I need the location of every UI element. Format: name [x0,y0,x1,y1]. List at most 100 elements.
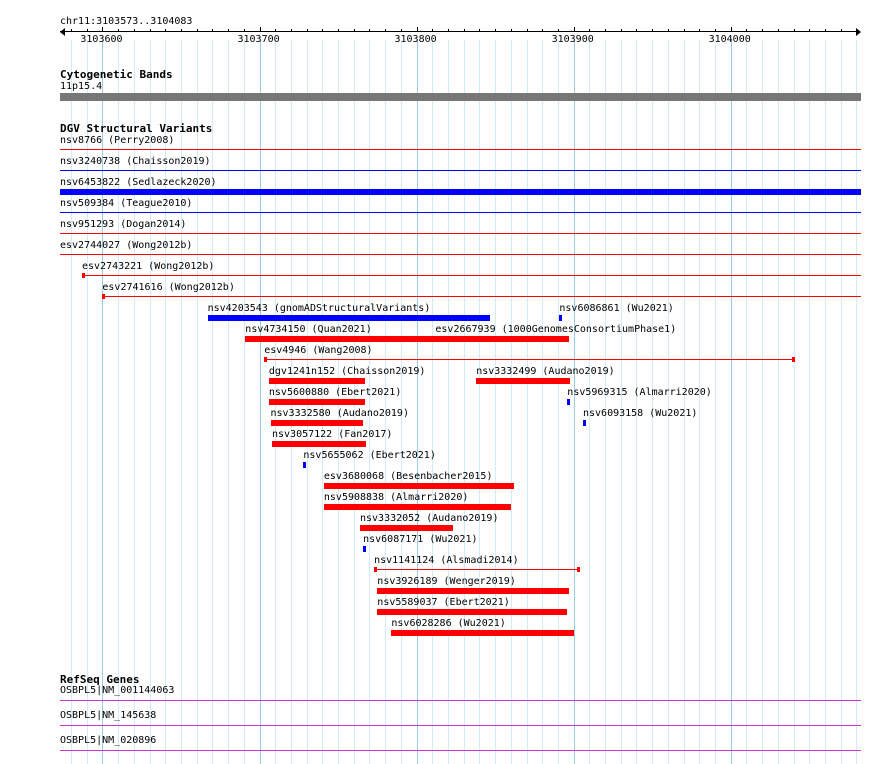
variant-feature[interactable] [377,609,568,615]
variant-feature[interactable] [60,254,861,255]
variant-start-mark[interactable] [102,294,106,299]
ruler-minor-tick [353,29,355,32]
variant-label: nsv3926189 (Wenger2019) [377,576,516,587]
cytoband-label: 11p15.4 [60,81,103,92]
variant-label: nsv4734150 (Quan2021) [245,324,372,335]
ruler-minor-tick [400,29,402,32]
variant-feature[interactable] [430,336,569,342]
ruler-minor-tick [212,29,214,32]
variant-label: nsv5969315 (Almarri2020) [567,387,712,398]
ruler-tick-label: 3103900 [551,34,594,45]
variant-start-mark[interactable] [82,273,85,278]
ruler-minor-tick [290,29,292,32]
variant-feature[interactable] [60,233,861,234]
variant-feature[interactable] [264,359,796,360]
variant-feature[interactable] [391,630,574,636]
ruler-minor-tick [369,29,371,32]
variant-feature[interactable] [374,569,580,570]
ruler-minor-tick [652,29,654,32]
ruler-minor-tick [636,29,638,32]
ruler-minor-tick [793,29,795,32]
variant-label: nsv5600880 (Ebert2021) [268,387,402,398]
region-label: chr11:3103573..3104083 [60,16,193,27]
variant-label: nsv5589037 (Ebert2021) [377,597,510,608]
variant-label: dgv1241n152 (Chaisson2019) [268,366,426,377]
variant-label: nsv6087171 (Wu2021) [363,534,478,545]
variant-label: nsv951293 (Dogan2014) [60,219,187,230]
dgv-track-title: DGV Structural Variants [60,122,213,135]
gene-label: OSBPL5|NM_145638 [60,710,157,721]
ruler-minor-tick [510,29,512,32]
variant-label: nsv6028286 (Wu2021) [391,618,506,629]
variant-label: nsv5655062 (Ebert2021) [303,450,436,461]
ruler-minor-tick [856,29,858,32]
variant-label: nsv3057122 (Fan2017) [272,429,393,440]
variant-end-mark[interactable] [792,357,795,362]
ruler-minor-tick [322,29,324,32]
variant-feature[interactable] [363,546,367,552]
variant-start-mark[interactable] [264,357,268,362]
variant-end-mark[interactable] [576,567,580,572]
variant-label: nsv3332580 (Audano2019) [270,408,409,419]
variant-feature[interactable] [272,441,367,447]
variant-label: nsv6453822 (Sedlazeck2020) [60,177,217,188]
scroll-left-arrow-icon[interactable] [60,28,65,36]
variant-feature[interactable] [476,378,571,384]
variant-feature[interactable] [207,315,491,321]
ruler-minor-tick [714,29,716,32]
ruler-tick-label: 3104000 [708,34,751,45]
ruler-minor-tick [432,29,434,32]
variant-label: esv4946 (Wang2008) [264,345,373,356]
ruler-minor-tick [180,29,182,32]
variant-feature[interactable] [82,275,861,276]
variant-feature[interactable] [245,336,431,342]
ruler-minor-tick [746,29,748,32]
variant-feature[interactable] [377,588,569,594]
variant-feature[interactable] [60,189,861,195]
variant-label: esv2667939 (1000GenomesConsortiumPhase1) [435,324,677,335]
ruler-minor-tick [589,29,591,32]
variant-feature[interactable] [60,149,861,150]
variant-feature[interactable] [268,399,365,405]
variant-feature[interactable] [270,420,364,426]
ruler-minor-tick [71,29,72,32]
variant-label: nsv3332499 (Audano2019) [476,366,615,377]
ruler-minor-tick [447,29,449,32]
ruler-minor-tick [667,29,669,32]
variant-feature[interactable] [323,483,514,489]
variant-feature[interactable] [60,170,861,171]
variant-start-mark[interactable] [374,567,378,572]
genome-browser: chr11:3103573..3104083 3103600 3103700 310… [0,0,890,764]
ruler-minor-tick [385,29,387,32]
variant-feature[interactable] [303,462,307,468]
gene-feature[interactable] [60,750,861,751]
variant-label: nsv3332052 (Audano2019) [360,513,499,524]
variant-feature[interactable] [60,212,861,213]
variant-label: esv2744027 (Wong2012b) [60,240,193,251]
variant-feature[interactable] [323,504,511,510]
ruler-minor-tick [557,29,559,32]
cytoband-bar[interactable] [60,93,861,101]
ruler-minor-tick [275,29,277,32]
ruler-tick [730,27,732,32]
variant-feature[interactable] [567,399,571,405]
gene-feature[interactable] [60,725,861,726]
variant-label: esv3680068 (Besenbacher2015) [323,471,493,482]
variant-feature[interactable] [102,296,861,297]
variant-label: nsv8766 (Perry2008) [60,135,175,146]
ruler-tick [416,27,418,32]
variant-feature[interactable] [360,525,453,531]
gene-feature[interactable] [60,700,861,701]
ruler-minor-tick [479,29,481,32]
ruler-minor-tick [542,29,544,32]
ruler-minor-tick [699,29,701,32]
ruler-minor-tick [228,29,230,32]
variant-feature[interactable] [268,378,365,384]
ruler-minor-tick [165,29,167,32]
ruler-tick-label: 3103600 [80,34,123,45]
ruler-minor-tick [133,29,135,32]
variant-feature[interactable] [583,420,587,426]
ruler-tick-label: 3103700 [237,34,280,45]
variant-feature[interactable] [559,315,563,321]
variant-label: nsv1141124 (Alsmadi2014) [374,555,519,566]
